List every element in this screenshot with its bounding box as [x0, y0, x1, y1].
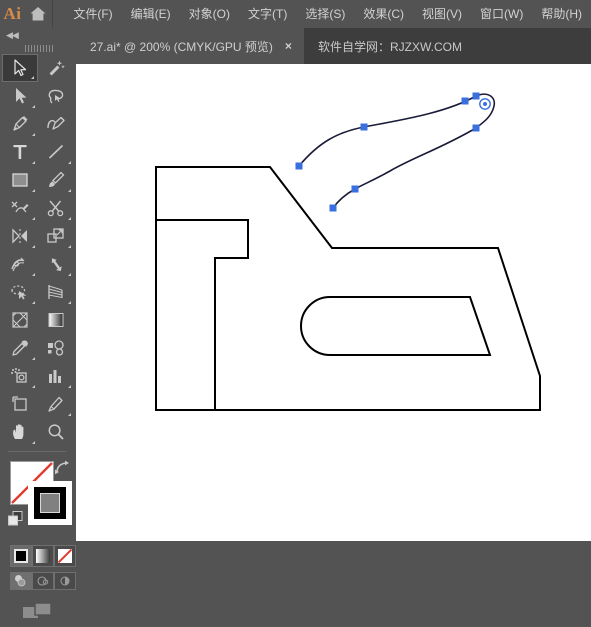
menu-help[interactable]: 帮助(H) [532, 0, 591, 28]
menu-item-list: 文件(F) 编辑(E) 对象(O) 文字(T) 选择(S) 效果(C) 视图(V… [52, 0, 591, 28]
tool-flyout-indicator [32, 301, 35, 304]
free-transform-tool[interactable] [38, 250, 74, 278]
document-tab-title: 27.ai* @ 200% (CMYK/GPU 预览) [90, 39, 273, 54]
line-segment-tool[interactable] [38, 138, 74, 166]
tool-flyout-indicator [68, 161, 71, 164]
tool-flyout-indicator [68, 413, 71, 416]
color-mode-button[interactable] [10, 545, 32, 567]
lasso-tool[interactable] [38, 82, 74, 110]
tool-flyout-indicator [68, 189, 71, 192]
tool-flyout-indicator [32, 161, 35, 164]
paint-mode-row [0, 545, 76, 567]
path-center-point [479, 98, 491, 110]
tool-flyout-indicator [68, 217, 71, 220]
magic-wand-tool[interactable] [38, 54, 74, 82]
stroke-swatch[interactable] [28, 481, 72, 525]
artboard-canvas[interactable] [76, 64, 591, 541]
tool-flyout-indicator [32, 385, 35, 388]
tool-flyout-indicator [32, 189, 35, 192]
curved-path[interactable] [295, 92, 496, 212]
home-icon[interactable] [25, 0, 52, 28]
app-logo: Ai [3, 4, 22, 23]
menu-select[interactable]: 选择(S) [296, 0, 354, 28]
document-tab-bar: 27.ai* @ 200% (CMYK/GPU 预览) × 软件自学网：RJZX… [0, 28, 591, 64]
blend-tool[interactable] [38, 334, 74, 362]
hand-tool[interactable] [2, 418, 38, 446]
menu-edit[interactable]: 编辑(E) [122, 0, 180, 28]
tool-grid [0, 54, 76, 446]
illustrator-window: Ai 文件(F) 编辑(E) 对象(O) 文字(T) 选择(S) 效果(C) 视… [0, 0, 591, 618]
paintbrush-tool[interactable] [38, 166, 74, 194]
draw-mode-row [0, 572, 76, 590]
tool-flyout-indicator [32, 217, 35, 220]
scissors-tool[interactable] [38, 194, 74, 222]
tool-flyout-indicator [32, 245, 35, 248]
tool-flyout-indicator [32, 133, 35, 136]
change-screen-mode-button[interactable] [22, 600, 54, 627]
tools-panel: ◀◀ [0, 28, 76, 618]
selection-tool[interactable] [2, 54, 38, 82]
width-tool[interactable] [2, 250, 38, 278]
rectangle-tool[interactable] [2, 166, 38, 194]
inner-slot-shape[interactable] [300, 296, 492, 356]
tool-flyout-indicator [68, 273, 71, 276]
draw-behind-button[interactable] [32, 572, 54, 590]
curvature-tool[interactable] [38, 110, 74, 138]
document-tab[interactable]: 27.ai* @ 200% (CMYK/GPU 预览) × [76, 28, 304, 64]
menu-type[interactable]: 文字(T) [239, 0, 296, 28]
menu-effect[interactable]: 效果(C) [354, 0, 413, 28]
symbol-sprayer-tool[interactable] [2, 362, 38, 390]
tool-flyout-indicator [32, 105, 35, 108]
slice-tool[interactable] [38, 390, 74, 418]
artwork-svg [155, 92, 541, 411]
eyedropper-tool[interactable] [2, 334, 38, 362]
artboard-tool[interactable] [2, 390, 38, 418]
tool-flyout-indicator [32, 441, 35, 444]
gradient-mode-button[interactable] [32, 545, 54, 567]
tool-flyout-indicator [31, 76, 34, 79]
draw-normal-button[interactable] [10, 572, 32, 590]
perspective-grid-tool[interactable] [38, 278, 74, 306]
collapse-panel-button[interactable]: ◀◀ [0, 28, 76, 42]
machine-part-outline[interactable] [155, 166, 541, 411]
pen-tool[interactable] [2, 110, 38, 138]
panel-drag-handle[interactable] [0, 42, 76, 54]
tool-divider [8, 451, 66, 452]
zoom-tool[interactable] [38, 418, 74, 446]
shaper-tool[interactable] [2, 194, 38, 222]
rotate-tool[interactable] [2, 222, 38, 250]
default-fill-stroke-icon[interactable] [8, 511, 23, 531]
menu-bar: Ai 文件(F) 编辑(E) 对象(O) 文字(T) 选择(S) 效果(C) 视… [0, 0, 591, 28]
column-graph-tool[interactable] [38, 362, 74, 390]
watermark-text: 软件自学网：RJZXW.COM [318, 39, 462, 54]
path-anchor-points[interactable] [295, 92, 480, 212]
mesh-tool[interactable] [2, 306, 38, 334]
menu-window[interactable]: 窗口(W) [471, 0, 532, 28]
draw-inside-button[interactable] [54, 572, 76, 590]
tool-flyout-indicator [68, 385, 71, 388]
scale-tool[interactable] [38, 222, 74, 250]
tool-flyout-indicator [68, 301, 71, 304]
swap-fill-stroke-icon[interactable] [54, 460, 70, 481]
type-tool[interactable] [2, 138, 38, 166]
menu-object[interactable]: 对象(O) [180, 0, 239, 28]
tool-flyout-indicator [32, 357, 35, 360]
menu-view[interactable]: 视图(V) [413, 0, 471, 28]
gradient-tool[interactable] [38, 306, 74, 334]
direct-selection-tool[interactable] [2, 82, 38, 110]
close-icon[interactable]: × [285, 40, 292, 52]
tool-flyout-indicator [68, 245, 71, 248]
tool-flyout-indicator [32, 273, 35, 276]
fill-stroke-controls [0, 457, 76, 543]
shape-builder-tool[interactable] [2, 278, 38, 306]
menu-file[interactable]: 文件(F) [64, 0, 121, 28]
screen-mode-row [0, 600, 76, 627]
none-mode-button[interactable] [54, 545, 76, 567]
